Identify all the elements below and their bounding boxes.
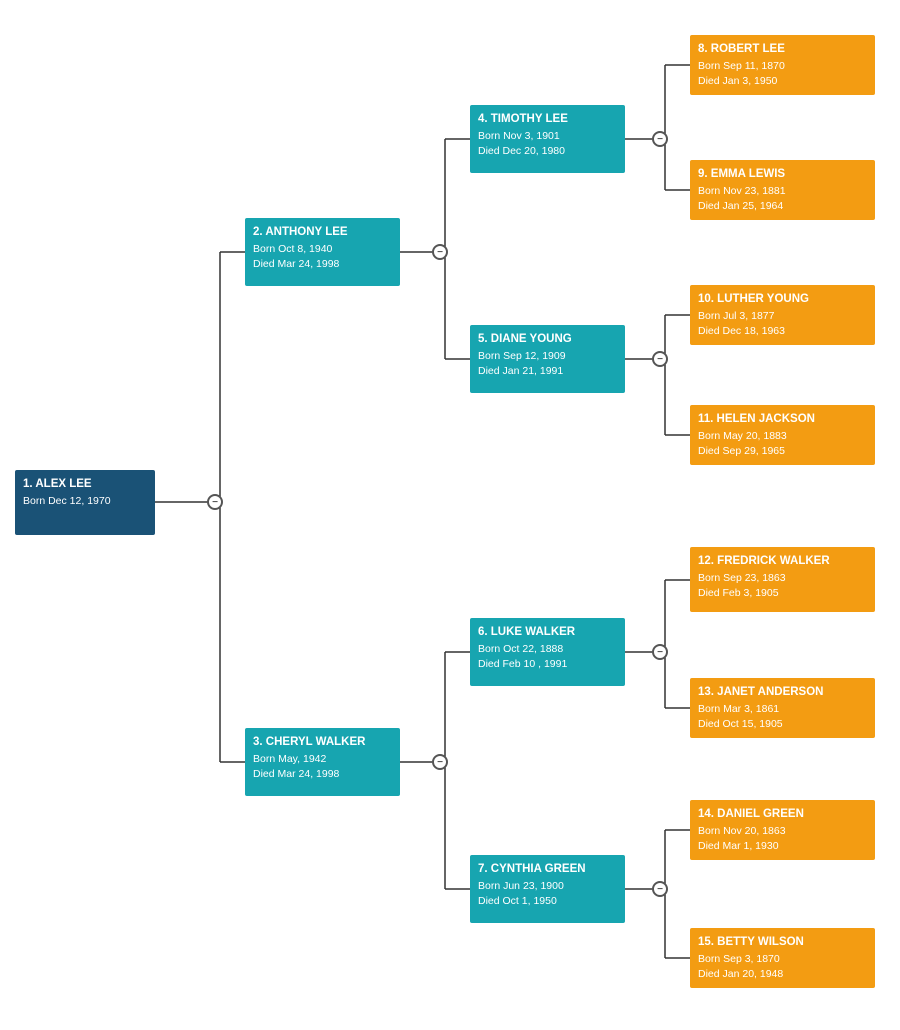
node-5-dates: Born Sep 12, 1909Died Jan 21, 1991 [478,349,617,378]
node-15-name: 15. BETTY WILSON [698,934,867,950]
node-8-name: 8. ROBERT LEE [698,41,867,57]
node-4-name: 4. TIMOTHY LEE [478,111,617,127]
node-14-name: 14. DANIEL GREEN [698,806,867,822]
connector-2: − [432,244,448,260]
node-7-name: 7. CYNTHIA GREEN [478,861,617,877]
node-12-dates: Born Sep 23, 1863Died Feb 3, 1905 [698,571,867,600]
node-8-dates: Born Sep 11, 1870Died Jan 3, 1950 [698,59,867,88]
node-2-name: 2. ANTHONY LEE [253,224,392,240]
node-9-name: 9. EMMA LEWIS [698,166,867,182]
node-6-name: 6. LUKE WALKER [478,624,617,640]
connector-7: − [652,881,668,897]
node-2: 2. ANTHONY LEE Born Oct 8, 1940Died Mar … [245,218,400,286]
node-10-dates: Born Jul 3, 1877Died Dec 18, 1963 [698,309,867,338]
node-1-dates: Born Dec 12, 1970 [23,494,147,509]
node-3: 3. CHERYL WALKER Born May, 1942Died Mar … [245,728,400,796]
node-3-name: 3. CHERYL WALKER [253,734,392,750]
node-11: 11. HELEN JACKSON Born May 20, 1883Died … [690,405,875,465]
node-15-dates: Born Sep 3, 1870Died Jan 20, 1948 [698,952,867,981]
node-6: 6. LUKE WALKER Born Oct 22, 1888Died Feb… [470,618,625,686]
node-9-dates: Born Nov 23, 1881Died Jan 25, 1964 [698,184,867,213]
node-4-dates: Born Nov 3, 1901Died Dec 20, 1980 [478,129,617,158]
node-13-dates: Born Mar 3, 1861Died Oct 15, 1905 [698,702,867,731]
node-13: 13. JANET ANDERSON Born Mar 3, 1861Died … [690,678,875,738]
node-1: 1. ALEX LEE Born Dec 12, 1970 [15,470,155,535]
node-10: 10. LUTHER YOUNG Born Jul 3, 1877Died De… [690,285,875,345]
node-5-name: 5. DIANE YOUNG [478,331,617,347]
node-11-name: 11. HELEN JACKSON [698,411,867,427]
node-7-dates: Born Jun 23, 1900Died Oct 1, 1950 [478,879,617,908]
node-1-name: 1. ALEX LEE [23,476,147,492]
family-tree: − − − − − − − 1. ALEX LEE Born Dec 12, 1… [0,0,900,1030]
node-4: 4. TIMOTHY LEE Born Nov 3, 1901Died Dec … [470,105,625,173]
node-10-name: 10. LUTHER YOUNG [698,291,867,307]
node-6-dates: Born Oct 22, 1888Died Feb 10 , 1991 [478,642,617,671]
node-9: 9. EMMA LEWIS Born Nov 23, 1881Died Jan … [690,160,875,220]
node-3-dates: Born May, 1942Died Mar 24, 1998 [253,752,392,781]
node-12-name: 12. FREDRICK WALKER [698,553,867,569]
node-15: 15. BETTY WILSON Born Sep 3, 1870Died Ja… [690,928,875,988]
connector-1: − [207,494,223,510]
node-8: 8. ROBERT LEE Born Sep 11, 1870Died Jan … [690,35,875,95]
node-13-name: 13. JANET ANDERSON [698,684,867,700]
node-11-dates: Born May 20, 1883Died Sep 29, 1965 [698,429,867,458]
connector-6: − [652,644,668,660]
node-2-dates: Born Oct 8, 1940Died Mar 24, 1998 [253,242,392,271]
connector-5: − [652,351,668,367]
node-7: 7. CYNTHIA GREEN Born Jun 23, 1900Died O… [470,855,625,923]
connector-3: − [432,754,448,770]
node-5: 5. DIANE YOUNG Born Sep 12, 1909Died Jan… [470,325,625,393]
connector-4: − [652,131,668,147]
node-14: 14. DANIEL GREEN Born Nov 20, 1863Died M… [690,800,875,860]
node-14-dates: Born Nov 20, 1863Died Mar 1, 1930 [698,824,867,853]
node-12: 12. FREDRICK WALKER Born Sep 23, 1863Die… [690,547,875,612]
